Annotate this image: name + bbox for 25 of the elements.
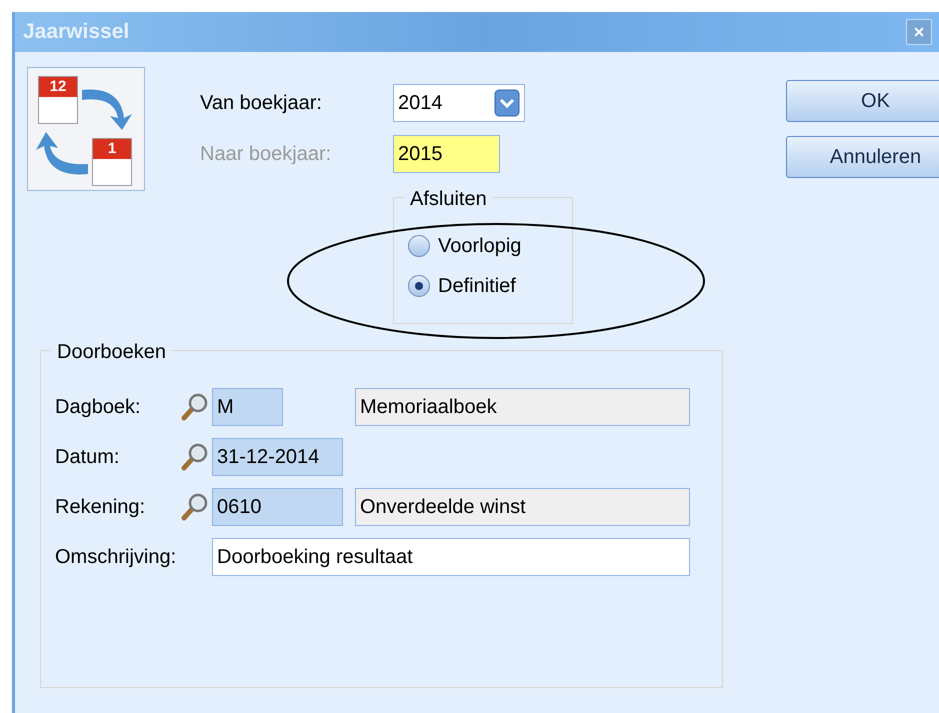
- code-field[interactable]: 31-12-2014: [212, 438, 343, 476]
- dialog-button[interactable]: Annuleren: [786, 136, 939, 178]
- radio-button[interactable]: [408, 275, 430, 297]
- field-label: Van boekjaar:: [200, 91, 323, 116]
- radio-option[interactable]: Voorlopig: [408, 226, 572, 266]
- field-label: Naar boekjaar:: [200, 142, 332, 167]
- field-label: Rekening:: [55, 495, 146, 520]
- field-label: Omschrijving:: [55, 545, 178, 570]
- description-field[interactable]: Doorboeking resultaat: [212, 538, 690, 576]
- radio-option[interactable]: Definitief: [408, 266, 572, 306]
- dialog-button[interactable]: OK: [786, 80, 939, 122]
- name-field: Onverdeelde winst: [355, 488, 690, 526]
- code-field[interactable]: M: [212, 388, 283, 426]
- search-icon[interactable]: [179, 392, 209, 422]
- year-dropdown[interactable]: 2014: [393, 84, 525, 122]
- search-icon[interactable]: [179, 492, 209, 522]
- field-label: Datum:: [55, 445, 120, 470]
- calendar-page-number: 12: [39, 77, 77, 97]
- field-label: Dagboek:: [55, 395, 142, 420]
- window-title: Jaarwissel: [23, 19, 130, 46]
- search-icon[interactable]: [179, 442, 209, 472]
- code-field[interactable]: 0610: [212, 488, 343, 526]
- radio-button[interactable]: [408, 235, 430, 257]
- name-field: Memoriaalboek: [355, 388, 690, 426]
- calendar-page-number: 1: [93, 139, 131, 159]
